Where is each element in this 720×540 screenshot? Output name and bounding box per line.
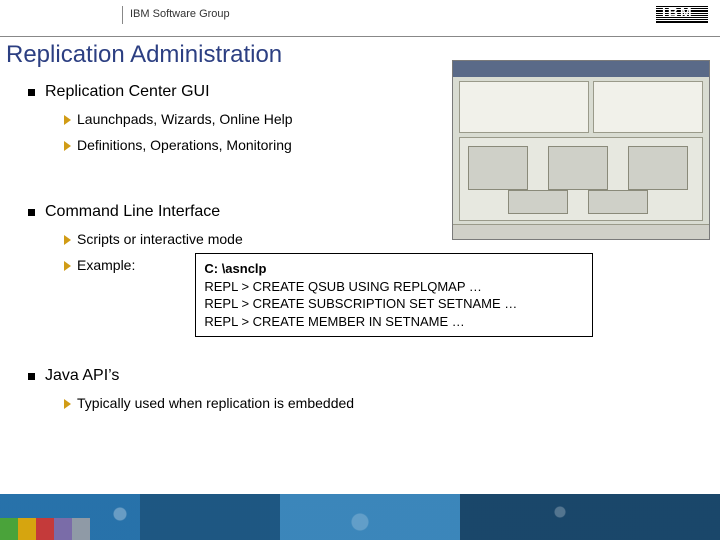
footer-overlay bbox=[0, 494, 720, 540]
sub-bullet-text: Definitions, Operations, Monitoring bbox=[77, 137, 292, 153]
swatch-red bbox=[36, 518, 54, 540]
example-row: Example: C: \asnclp REPL > CREATE QSUB U… bbox=[64, 257, 710, 337]
section-heading: Java API’s bbox=[45, 367, 119, 385]
header-group-label: IBM Software Group bbox=[130, 8, 230, 20]
section-heading-row: Command Line Interface bbox=[28, 203, 710, 221]
section-heading-row: Java API’s bbox=[28, 367, 710, 385]
slide-footer bbox=[0, 494, 720, 540]
swatch-green bbox=[0, 518, 18, 540]
swatch-purple bbox=[54, 518, 72, 540]
triangle-bullet-icon bbox=[64, 235, 71, 245]
section-heading: Command Line Interface bbox=[45, 203, 220, 221]
triangle-bullet-icon bbox=[64, 399, 71, 409]
code-line: REPL > CREATE QSUB USING REPLQMAP … bbox=[204, 278, 584, 296]
ibm-logo: IBM bbox=[656, 6, 708, 26]
swatch-grey bbox=[72, 518, 90, 540]
triangle-bullet-icon bbox=[64, 141, 71, 151]
footer-color-swatches bbox=[0, 494, 90, 540]
section-heading: Replication Center GUI bbox=[45, 83, 210, 101]
sub-bullet-row: Scripts or interactive mode bbox=[64, 231, 710, 247]
swatch-yellow bbox=[18, 518, 36, 540]
triangle-bullet-icon bbox=[64, 115, 71, 125]
sub-bullet-text: Typically used when replication is embed… bbox=[77, 395, 354, 411]
section-heading-row: Replication Center GUI bbox=[28, 83, 710, 101]
code-example-box: C: \asnclp REPL > CREATE QSUB USING REPL… bbox=[195, 253, 593, 337]
sub-bullet-row: Definitions, Operations, Monitoring bbox=[64, 137, 710, 153]
code-line: REPL > CREATE MEMBER IN SETNAME … bbox=[204, 313, 584, 331]
square-bullet-icon bbox=[28, 209, 35, 216]
example-label: Example: bbox=[77, 257, 135, 273]
sub-bullet-text: Scripts or interactive mode bbox=[77, 231, 243, 247]
triangle-bullet-icon bbox=[64, 261, 71, 271]
header-divider bbox=[122, 6, 123, 24]
sub-bullet-text: Launchpads, Wizards, Online Help bbox=[77, 111, 293, 127]
ibm-logo-text: IBM bbox=[662, 4, 694, 20]
sub-bullet-row: Typically used when replication is embed… bbox=[64, 395, 710, 411]
square-bullet-icon bbox=[28, 373, 35, 380]
square-bullet-icon bbox=[28, 89, 35, 96]
slide-header: IBM Software Group IBM bbox=[0, 0, 720, 34]
sub-bullet-row: Launchpads, Wizards, Online Help bbox=[64, 111, 710, 127]
code-line: C: \asnclp bbox=[204, 260, 584, 278]
code-line: REPL > CREATE SUBSCRIPTION SET SETNAME … bbox=[204, 295, 584, 313]
